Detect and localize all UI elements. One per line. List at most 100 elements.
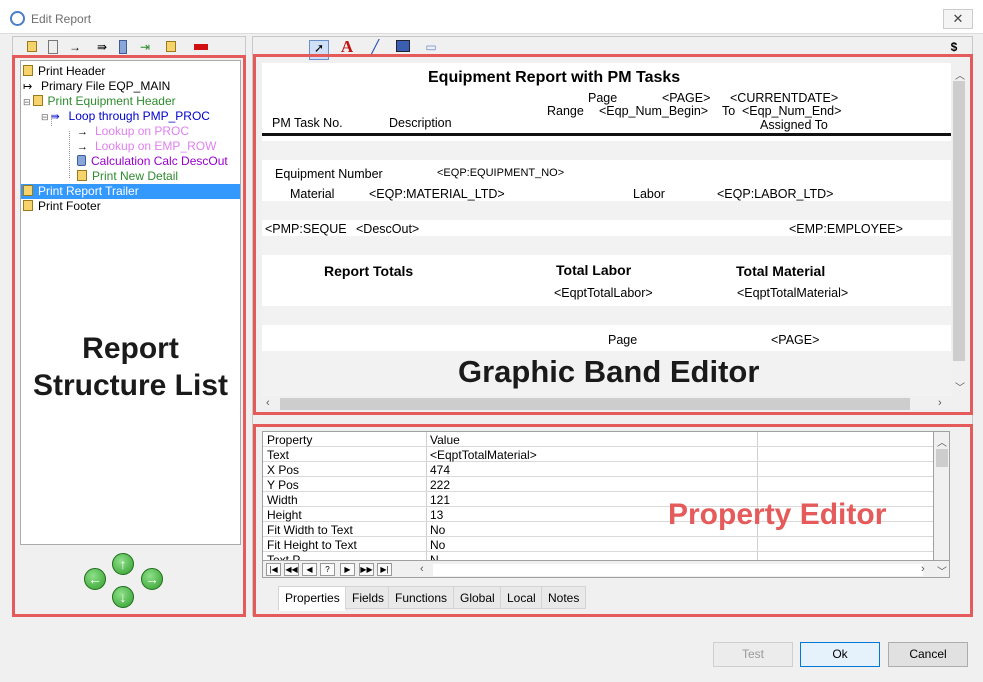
property-row[interactable]: X Pos 474 — [263, 462, 933, 477]
tree-item-print-footer[interactable]: Print Footer — [23, 199, 101, 214]
image-tool-icon[interactable]: ▭ — [424, 40, 438, 54]
equipment-number-label[interactable]: Equipment Number — [275, 167, 383, 181]
band-icon — [23, 185, 33, 196]
tree-item-calculation[interactable]: Calculation Calc DescOut — [77, 154, 228, 169]
next-page-icon[interactable]: ▶▶ — [359, 563, 374, 576]
band-editor-vscrollbar[interactable]: ︿ ﹀ — [951, 63, 967, 396]
property-vscrollbar[interactable]: ︿ — [934, 431, 950, 561]
band-icon[interactable] — [166, 41, 176, 52]
descout-field[interactable]: <DescOut> — [356, 222, 419, 236]
box-tool-icon[interactable] — [396, 40, 410, 52]
dollar-icon[interactable]: $ — [949, 40, 959, 54]
property-row[interactable]: Fit Height to Text No — [263, 537, 933, 552]
edit-band-icon[interactable] — [48, 40, 58, 54]
scroll-down-icon[interactable]: ﹀ — [937, 563, 947, 578]
scroll-left-icon[interactable]: ‹ — [420, 563, 424, 575]
range-end-field[interactable]: <Eqp_Num_End> — [742, 104, 841, 118]
range-begin-field[interactable]: <Eqp_Num_Begin> — [599, 104, 708, 118]
tab-notes[interactable]: Notes — [541, 586, 587, 609]
material-field[interactable]: <EQP:MATERIAL_LTD> — [369, 187, 505, 201]
tab-global[interactable]: Global — [453, 586, 502, 609]
col-assigned-to[interactable]: Assigned To — [760, 118, 828, 132]
page-label[interactable]: Page — [588, 91, 617, 105]
property-row[interactable]: Text P... N... — [263, 552, 933, 560]
equipment-number-field[interactable]: <EQP:EQUIPMENT_NO> — [437, 167, 564, 179]
line-tool-icon[interactable]: ╱ — [368, 40, 382, 54]
move-left-button[interactable]: ← — [84, 568, 106, 590]
delete-icon[interactable] — [194, 44, 208, 50]
tree-item-lookup-proc[interactable]: → Lookup on PROC — [77, 124, 189, 139]
property-row[interactable]: Y Pos 222 — [263, 477, 933, 492]
tree-item-equipment-header[interactable]: ⊟ Print Equipment Header — [23, 94, 176, 109]
col-task-no[interactable]: PM Task No. — [272, 116, 343, 130]
employee-field[interactable]: <EMP:EMPLOYEE> — [789, 222, 903, 236]
scroll-up-icon[interactable]: ︿ — [937, 434, 947, 449]
insert-band-icon[interactable]: ⇥ — [138, 40, 152, 54]
tab-properties[interactable]: Properties — [278, 586, 347, 611]
tree-item-loop[interactable]: ⊟ ⇛ Loop through PMP_PROC — [41, 109, 210, 124]
page-field[interactable]: <PAGE> — [662, 91, 710, 105]
tree-item-primary-file[interactable]: ↦ Primary File EQP_MAIN — [23, 79, 170, 94]
tree-item-print-header[interactable]: Print Header — [23, 64, 105, 79]
current-date-field[interactable]: <CURRENTDATE> — [730, 91, 838, 105]
to-label[interactable]: To — [722, 104, 735, 118]
total-labor-label[interactable]: Total Labor — [556, 262, 631, 278]
loop-arrow-icon[interactable]: ⇛ — [95, 40, 109, 54]
cancel-button[interactable]: Cancel — [888, 642, 968, 667]
scroll-thumb[interactable] — [280, 398, 910, 410]
sequence-field[interactable]: <PMP:SEQUE — [265, 222, 347, 236]
pointer-icon[interactable]: ➚ — [309, 40, 329, 60]
file-icon[interactable] — [119, 40, 127, 54]
title-bar: Edit Report ✕ — [0, 0, 983, 34]
band-editor-hscrollbar[interactable]: ‹ › — [262, 396, 951, 412]
scroll-thumb[interactable] — [936, 449, 948, 467]
print-band-icon[interactable] — [27, 41, 37, 52]
arrow-icon[interactable]: → — [68, 40, 82, 54]
col-description[interactable]: Description — [389, 116, 452, 130]
help-icon[interactable]: ? — [320, 563, 335, 576]
scroll-right-icon[interactable]: › — [938, 397, 942, 409]
next-record-icon[interactable]: ▶ — [340, 563, 355, 576]
tab-local[interactable]: Local — [500, 586, 543, 609]
prev-page-icon[interactable]: ◀◀ — [284, 563, 299, 576]
text-tool-icon[interactable]: A — [340, 38, 354, 55]
property-hscroll-track[interactable] — [433, 564, 923, 576]
tree-item-new-detail[interactable]: Print New Detail — [77, 169, 178, 184]
scroll-down-icon[interactable]: ﹀ — [955, 379, 965, 394]
labor-label[interactable]: Labor — [633, 187, 665, 201]
band-icon — [23, 200, 33, 211]
footer-page-field[interactable]: <PAGE> — [771, 333, 819, 347]
move-up-button[interactable]: ↑ — [112, 553, 134, 575]
band-stripe — [262, 236, 951, 255]
scroll-right-icon[interactable]: › — [921, 563, 925, 575]
first-record-icon[interactable]: |◀ — [266, 563, 281, 576]
report-title[interactable]: Equipment Report with PM Tasks — [428, 69, 680, 87]
property-grid[interactable]: Property Value Text <EqptTotalMaterial> X… — [262, 431, 934, 561]
prev-record-icon[interactable]: ◀ — [302, 563, 317, 576]
scroll-up-icon[interactable]: ︿ — [955, 67, 965, 82]
property-row[interactable]: Text <EqptTotalMaterial> — [263, 447, 933, 462]
graphic-band-editor[interactable]: Equipment Report with PM Tasks Page <PAG… — [262, 63, 951, 396]
total-labor-field[interactable]: <EqptTotalLabor> — [554, 286, 653, 300]
scroll-left-icon[interactable]: ‹ — [266, 397, 270, 409]
close-button[interactable]: ✕ — [943, 9, 973, 29]
tab-functions[interactable]: Functions — [388, 586, 455, 609]
tree-item-report-trailer[interactable]: Print Report Trailer — [21, 184, 240, 199]
last-record-icon[interactable]: ▶| — [377, 563, 392, 576]
footer-page-label[interactable]: Page — [608, 333, 637, 347]
material-label[interactable]: Material — [290, 187, 334, 201]
tree-item-lookup-emp[interactable]: → Lookup on EMP_ROW — [77, 139, 216, 154]
total-material-field[interactable]: <EqptTotalMaterial> — [737, 286, 848, 300]
tab-fields[interactable]: Fields — [345, 586, 392, 609]
move-down-button[interactable]: ↓ — [112, 586, 134, 608]
total-material-label[interactable]: Total Material — [736, 263, 825, 279]
ok-button[interactable]: Ok — [800, 642, 880, 667]
app-icon — [10, 11, 25, 26]
move-right-button[interactable]: → — [141, 568, 163, 590]
report-totals-label[interactable]: Report Totals — [324, 263, 413, 279]
test-button[interactable]: Test — [713, 642, 793, 667]
scroll-thumb[interactable] — [953, 81, 965, 361]
range-label[interactable]: Range — [547, 104, 584, 118]
calculation-icon — [77, 155, 86, 166]
labor-field[interactable]: <EQP:LABOR_LTD> — [717, 187, 834, 201]
